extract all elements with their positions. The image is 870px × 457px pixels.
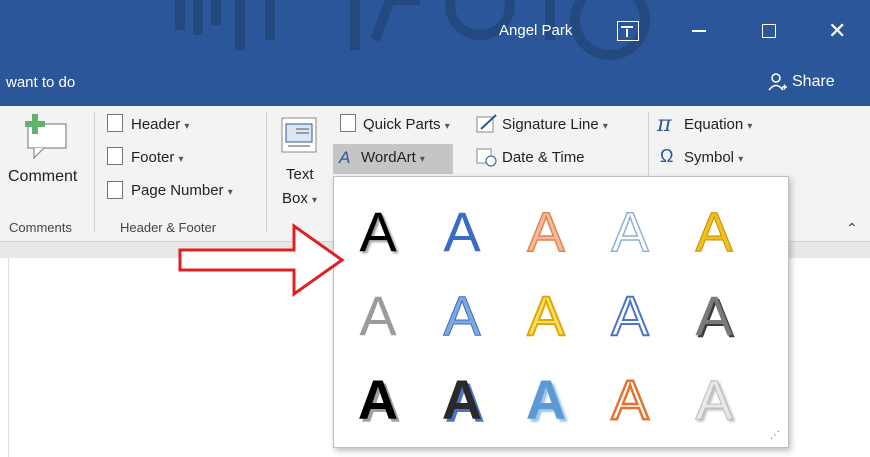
wordart-style-1[interactable]: A bbox=[348, 193, 408, 263]
equation-icon: π bbox=[657, 112, 672, 137]
comments-group-label: Comments bbox=[9, 220, 72, 235]
svg-text:A: A bbox=[359, 200, 397, 263]
wordart-style-14[interactable]: A bbox=[600, 361, 660, 433]
svg-text:A: A bbox=[695, 368, 733, 431]
group-separator bbox=[266, 112, 267, 232]
svg-text:A: A bbox=[611, 368, 649, 431]
svg-text:A: A bbox=[359, 284, 397, 347]
page-number-icon bbox=[107, 181, 123, 199]
wordart-label: WordArt ▾ bbox=[361, 149, 425, 166]
quick-parts-button[interactable]: Quick Parts ▾ bbox=[363, 116, 450, 133]
svg-text:A: A bbox=[611, 200, 649, 263]
wordart-style-5[interactable]: A bbox=[684, 193, 744, 264]
maximize-button[interactable] bbox=[762, 24, 776, 38]
person-icon bbox=[768, 73, 787, 91]
wordart-style-12[interactable]: A bbox=[432, 361, 492, 431]
wordart-style-9[interactable]: A bbox=[600, 277, 660, 348]
svg-text:A: A bbox=[695, 284, 733, 347]
date-time-icon bbox=[476, 148, 497, 167]
svg-text:A: A bbox=[442, 368, 482, 431]
wordart-gallery: A A A A A A A A A A A A A A A ⋰ bbox=[333, 176, 789, 448]
wordart-letter-14: A bbox=[610, 367, 651, 433]
text-box-button[interactable]: Box ▾ bbox=[282, 190, 317, 207]
svg-text:A: A bbox=[443, 284, 481, 347]
ribbon-display-options-icon[interactable] bbox=[617, 21, 639, 41]
footer-icon bbox=[107, 147, 123, 165]
wordart-style-8[interactable]: A bbox=[516, 277, 576, 348]
svg-text:A: A bbox=[526, 368, 566, 431]
footer-button[interactable]: Footer ▾ bbox=[131, 149, 184, 166]
wordart-style-15[interactable]: A bbox=[684, 361, 744, 432]
quick-parts-icon bbox=[340, 114, 356, 132]
wordart-style-2[interactable]: A bbox=[432, 193, 492, 263]
wordart-letter-9: A bbox=[610, 283, 650, 348]
wordart-icon: A bbox=[339, 148, 351, 167]
wordart-style-3[interactable]: A bbox=[516, 193, 576, 264]
symbol-button[interactable]: Symbol ▾ bbox=[684, 149, 743, 166]
svg-text:A: A bbox=[443, 200, 481, 263]
wordart-letter-7: A bbox=[443, 284, 482, 348]
svg-text:A: A bbox=[358, 368, 398, 431]
group-separator bbox=[94, 112, 95, 232]
text-box-label-line1[interactable]: Text bbox=[286, 166, 314, 183]
wordart-letter-3: A bbox=[527, 199, 567, 264]
wordart-letter-13: A bbox=[526, 368, 566, 431]
equation-button[interactable]: Equation ▾ bbox=[684, 116, 752, 133]
title-bar: Angel Park ✕ bbox=[0, 0, 870, 62]
wordart-letter-15: A bbox=[695, 368, 734, 432]
wordart-style-7[interactable]: A bbox=[432, 277, 492, 348]
share-label: Share bbox=[792, 73, 835, 90]
minimize-button[interactable] bbox=[692, 30, 706, 32]
wordart-letter-4: A bbox=[611, 199, 651, 264]
group-separator bbox=[648, 112, 649, 182]
wordart-button[interactable]: A WordArt ▾ bbox=[333, 144, 453, 174]
collapse-ribbon-icon[interactable]: ⌃ bbox=[846, 220, 858, 237]
page-number-button[interactable]: Page Number ▾ bbox=[131, 182, 233, 199]
wordart-style-11[interactable]: A bbox=[348, 361, 408, 431]
text-box-icon bbox=[281, 117, 317, 153]
close-button[interactable]: ✕ bbox=[828, 20, 846, 42]
title-bar-decoration bbox=[175, 0, 650, 60]
new-comment-button[interactable]: Comment bbox=[8, 168, 77, 186]
date-time-button[interactable]: Date & Time bbox=[502, 149, 585, 166]
svg-text:A: A bbox=[527, 284, 565, 347]
tell-me-input[interactable]: want to do bbox=[6, 74, 75, 91]
header-icon bbox=[107, 114, 123, 132]
user-name[interactable]: Angel Park bbox=[499, 22, 572, 39]
signature-line-icon bbox=[476, 114, 497, 133]
header-button[interactable]: Header ▾ bbox=[131, 116, 189, 133]
red-arrow-annotation bbox=[178, 223, 345, 297]
share-button[interactable]: Share bbox=[768, 72, 835, 92]
wordart-letter-12: A bbox=[442, 368, 482, 431]
svg-text:A: A bbox=[527, 200, 565, 263]
symbol-icon: Ω bbox=[660, 146, 674, 166]
wordart-letter-6: A bbox=[359, 284, 397, 347]
wordart-style-6[interactable]: A bbox=[348, 277, 408, 347]
wordart-letter-5: A bbox=[695, 200, 734, 264]
signature-line-button[interactable]: Signature Line ▾ bbox=[502, 116, 608, 133]
wordart-letter-8: A bbox=[526, 283, 566, 348]
gallery-resize-grip-icon[interactable]: ⋰ bbox=[770, 430, 780, 441]
svg-text:A: A bbox=[695, 200, 733, 263]
wordart-letter-11: A bbox=[358, 368, 398, 431]
wordart-style-4[interactable]: A bbox=[600, 193, 660, 264]
wordart-style-10[interactable]: A bbox=[684, 277, 744, 347]
wordart-letter-1: A bbox=[359, 200, 397, 263]
wordart-style-13[interactable]: A bbox=[516, 361, 576, 431]
wordart-letter-2: A bbox=[443, 200, 481, 263]
new-comment-icon bbox=[25, 114, 67, 160]
svg-text:A: A bbox=[611, 284, 649, 347]
tell-me-bar: want to do Share bbox=[0, 62, 870, 106]
wordart-letter-10: A bbox=[695, 284, 733, 347]
